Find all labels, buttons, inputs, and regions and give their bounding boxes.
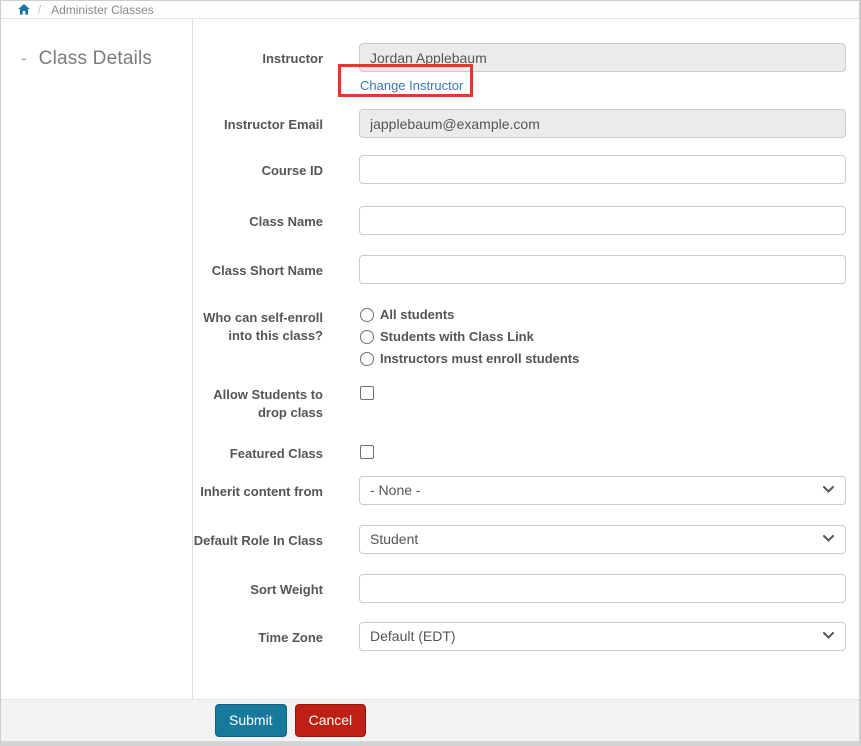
submit-button[interactable]: Submit <box>215 704 287 737</box>
form-actions: Submit Cancel <box>1 699 859 741</box>
class-short-name-field[interactable] <box>359 255 846 284</box>
inherit-content-label: Inherit content from <box>200 483 323 499</box>
sidebar-section-class-details[interactable]: - Class Details <box>21 48 192 70</box>
instructor-field <box>359 43 846 72</box>
time-zone-select[interactable]: Default (EDT) <box>359 621 846 651</box>
self-enroll-label: Who can self-enroll into this class? <box>203 310 323 344</box>
allow-drop-checkbox[interactable] <box>360 386 374 400</box>
default-role-label: Default Role In Class <box>193 532 323 548</box>
default-role-select[interactable]: Student <box>359 524 846 554</box>
breadcrumb-current: Administer Classes <box>51 2 154 17</box>
instructor-label: Instructor <box>262 51 323 66</box>
radio-all-students[interactable] <box>360 307 374 322</box>
class-short-name-label: Class Short Name <box>211 263 323 278</box>
administer-classes-page: / Administer Classes - Class Details Ins… <box>0 0 861 746</box>
class-name-label: Class Name <box>249 214 323 229</box>
class-details-form: Instructor Change Instructor Instructor … <box>193 19 859 699</box>
course-id-label: Course ID <box>261 163 323 178</box>
inherit-content-select[interactable]: - None - <box>359 475 846 505</box>
change-instructor-link[interactable]: Change Instructor <box>360 78 463 93</box>
breadcrumb-separator: / <box>38 3 42 16</box>
course-id-field[interactable] <box>359 155 846 184</box>
sort-weight-field[interactable] <box>359 573 846 603</box>
allow-drop-label: Allow Students to drop class <box>213 387 323 421</box>
radio-students-with-class-link-label[interactable]: Students with Class Link <box>380 329 534 344</box>
class-name-field[interactable] <box>359 206 846 235</box>
home-icon[interactable] <box>18 4 30 15</box>
time-zone-label: Time Zone <box>258 629 323 645</box>
radio-all-students-label[interactable]: All students <box>380 307 454 322</box>
featured-class-label: Featured Class <box>229 446 323 462</box>
radio-students-with-class-link[interactable] <box>360 329 374 344</box>
collapse-indicator[interactable]: - <box>21 49 27 69</box>
sort-weight-label: Sort Weight <box>250 581 323 597</box>
instructor-email-field <box>359 109 846 138</box>
sidebar: - Class Details <box>1 19 193 699</box>
breadcrumb: / Administer Classes <box>1 1 859 19</box>
cancel-button[interactable]: Cancel <box>294 704 367 737</box>
featured-class-checkbox[interactable] <box>360 445 374 460</box>
self-enroll-radio-group: All students Students with Class Link In… <box>359 305 846 366</box>
radio-instructors-must-enroll[interactable] <box>360 351 374 366</box>
radio-instructors-must-enroll-label[interactable]: Instructors must enroll students <box>380 351 579 366</box>
section-title: Class Details <box>38 48 153 69</box>
instructor-email-label: Instructor Email <box>224 117 323 132</box>
